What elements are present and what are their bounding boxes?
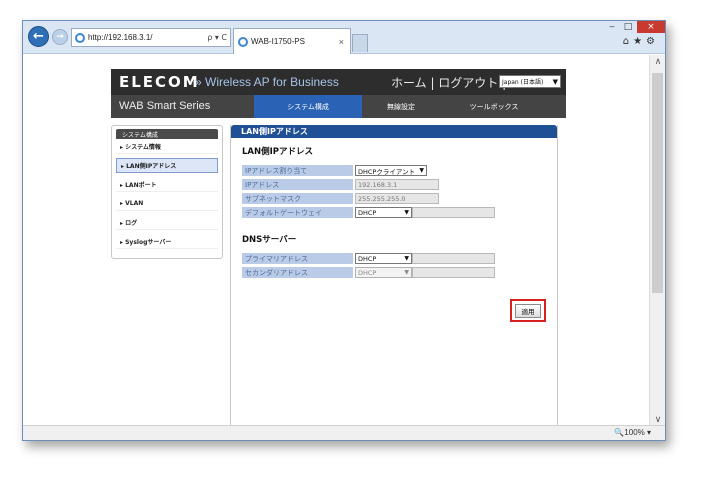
tab-toolbox[interactable]: ツールボックス [440, 95, 548, 118]
tab-system[interactable]: システム構成 [254, 95, 362, 118]
browser-titlebar: ← → http://192.168.3.1/ ρ ▾ C WAB-I1750-… [23, 21, 665, 54]
close-window-button[interactable]: × [637, 21, 665, 33]
sidebar: システム構成 ▸ システム情報 ▸ LAN側IPアドレス ▸ LANポート ▸ … [111, 125, 223, 259]
sidebar-item-log[interactable]: ▸ ログ [116, 215, 218, 230]
dns1-row: プライマリアドレス DHCP ▼ [242, 253, 495, 265]
ip-assign-value: DHCPクライアント [358, 167, 416, 176]
dns-section-title: DNSサーバー [242, 235, 297, 245]
status-bar: 🔍100% ▾ [23, 425, 665, 440]
lan-section-title: LAN側IPアドレス [242, 147, 314, 157]
dns1-label: プライマリアドレス [242, 253, 353, 264]
dns1-value: DHCP [358, 254, 377, 263]
scroll-down-icon[interactable]: ∨ [650, 415, 665, 425]
language-value: Japan (日本語) [502, 79, 544, 86]
apply-button[interactable]: 適用 [515, 303, 541, 318]
mask-input[interactable]: 255.255.255.0 [355, 193, 439, 204]
scroll-up-icon[interactable]: ∧ [650, 57, 665, 67]
toolbar-icons[interactable]: ⌂★⚙ [623, 36, 659, 47]
dns1-input[interactable] [412, 253, 495, 264]
sidebar-title: システム構成 [116, 129, 218, 139]
maximize-button[interactable]: □ [621, 21, 635, 33]
back-button[interactable]: ← [28, 26, 49, 47]
new-tab-button[interactable] [352, 34, 368, 52]
content-header: LAN側IPアドレス [231, 125, 557, 138]
router-admin-page: ELECOM » Wireless AP for Business ホーム | … [111, 69, 566, 427]
browser-viewport: ELECOM » Wireless AP for Business ホーム | … [23, 55, 651, 427]
gateway-value: DHCP [358, 208, 377, 217]
dns2-label: セカンダリアドレス [242, 267, 353, 278]
forward-button[interactable]: → [52, 29, 68, 45]
gateway-select[interactable]: DHCP ▼ [355, 207, 412, 218]
gateway-label: デフォルトゲートウェイ [242, 207, 353, 218]
ip-assign-label: IPアドレス割り当て [242, 165, 353, 176]
ip-assign-row: IPアドレス割り当て DHCPクライアント ▼ [242, 165, 495, 177]
dns2-select[interactable]: DHCP ▼ [355, 267, 412, 278]
apply-highlight: 適用 [510, 299, 546, 322]
minimize-button[interactable]: ‒ [605, 21, 619, 33]
sidebar-item-lan-ip[interactable]: ▸ LAN側IPアドレス [116, 158, 218, 173]
tab-close-icon[interactable]: × [339, 37, 344, 47]
address-tools[interactable]: ρ ▾ C [207, 33, 227, 42]
dns2-value: DHCP [358, 268, 377, 277]
tab-wireless[interactable]: 無線設定 [362, 95, 440, 118]
main-nav: WAB Smart Series システム構成 無線設定 ツールボックス [111, 95, 566, 118]
browser-tab[interactable]: WAB-I1750-PS × [233, 28, 351, 54]
zoom-level[interactable]: 🔍100% ▾ [614, 428, 651, 437]
series-title: WAB Smart Series [119, 100, 211, 112]
tab-title: WAB-I1750-PS [251, 37, 305, 46]
chevron-down-icon: ▼ [419, 167, 424, 174]
content-panel: LAN側IPアドレス LAN側IPアドレス IPアドレス割り当て DHCPクライ… [230, 125, 558, 427]
chevron-down-icon: ▼ [404, 209, 409, 216]
sidebar-item-system-info[interactable]: ▸ システム情報 [116, 139, 218, 154]
gateway-input[interactable] [412, 207, 495, 218]
chevron-down-icon: ▼ [404, 255, 409, 262]
arrow-right-icon: → [56, 32, 64, 42]
address-bar[interactable]: http://192.168.3.1/ ρ ▾ C [71, 28, 231, 47]
dns2-row: セカンダリアドレス DHCP ▼ [242, 267, 495, 279]
page-header: ELECOM » Wireless AP for Business ホーム | … [111, 69, 566, 95]
chevron-down-icon: ▼ [404, 269, 409, 276]
mask-row: サブネットマスク 255.255.255.0 [242, 193, 495, 205]
sidebar-item-vlan[interactable]: ▸ VLAN [116, 196, 218, 211]
header-links[interactable]: ホーム | ログアウト | [391, 74, 506, 91]
language-select[interactable]: Japan (日本語) ▼ [499, 75, 561, 88]
ip-label: IPアドレス [242, 179, 353, 190]
ip-row: IPアドレス 192.168.3.1 [242, 179, 495, 191]
elecom-logo: ELECOM [119, 73, 200, 91]
gateway-row: デフォルトゲートウェイ DHCP ▼ [242, 207, 495, 219]
product-title: » Wireless AP for Business [195, 75, 339, 89]
ip-input[interactable]: 192.168.3.1 [355, 179, 439, 190]
mask-label: サブネットマスク [242, 193, 353, 204]
address-url[interactable]: http://192.168.3.1/ [88, 33, 207, 42]
vertical-scrollbar[interactable]: ∧ ∨ [649, 55, 665, 427]
ip-assign-select[interactable]: DHCPクライアント ▼ [355, 165, 427, 176]
sidebar-item-syslog[interactable]: ▸ Syslogサーバー [116, 234, 218, 249]
arrow-left-icon: ← [33, 29, 44, 44]
scroll-thumb[interactable] [652, 73, 663, 293]
chevron-down-icon: ▼ [552, 77, 558, 86]
browser-window: ← → http://192.168.3.1/ ρ ▾ C WAB-I1750-… [22, 20, 666, 441]
sidebar-item-lan-port[interactable]: ▸ LANポート [116, 177, 218, 192]
dns2-input[interactable] [412, 267, 495, 278]
tab-ie-icon [238, 36, 248, 47]
dns1-select[interactable]: DHCP ▼ [355, 253, 412, 264]
ie-logo-icon [75, 32, 85, 43]
